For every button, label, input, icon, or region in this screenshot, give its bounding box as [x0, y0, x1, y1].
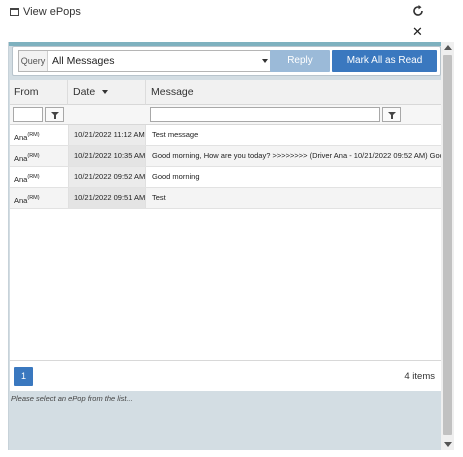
column-header-from-label: From	[14, 86, 39, 98]
query-label: Query	[19, 51, 48, 71]
column-header-message[interactable]: Message	[146, 80, 441, 105]
pager: 1 4 items	[10, 360, 441, 391]
filter-icon	[51, 112, 59, 119]
from-role: (RM)	[27, 132, 40, 138]
message-filter-input[interactable]	[150, 107, 380, 122]
sort-desc-icon[interactable]	[102, 90, 109, 94]
column-header-date[interactable]: Date	[68, 80, 146, 105]
message-cell: Test message	[152, 130, 199, 139]
refresh-icon[interactable]	[411, 4, 425, 18]
filter-row	[10, 105, 441, 125]
close-icon[interactable]: ✕	[412, 25, 423, 38]
reply-button[interactable]: Reply	[270, 50, 330, 72]
message-cell: Good morning	[152, 172, 200, 181]
table-row[interactable]: Ana(RM) 10/21/2022 09:52 AM Good morning	[10, 167, 441, 188]
query-dropdown[interactable]: Query All Messages	[18, 50, 275, 72]
from-role: (RM)	[27, 153, 40, 159]
chevron-down-icon[interactable]	[262, 59, 268, 63]
title-bar: View ePops ✕	[0, 0, 463, 42]
date-cell: 10/21/2022 09:51 AM	[68, 188, 146, 208]
column-header-message-label: Message	[151, 86, 194, 98]
filter-icon	[388, 112, 396, 119]
from-name: Ana	[14, 196, 28, 205]
preview-placeholder: Please select an ePop from the list...	[11, 394, 133, 403]
message-cell: Good morning, How are you today? >>>>>>>…	[152, 151, 441, 160]
scroll-up-icon[interactable]	[444, 45, 452, 50]
table-row[interactable]: Ana(RM) 10/21/2022 10:35 AM Good morning…	[10, 146, 441, 167]
date-cell: 10/21/2022 11:12 AM	[68, 125, 146, 145]
scroll-down-icon[interactable]	[444, 442, 452, 447]
table-row[interactable]: Ana(RM) 10/21/2022 11:12 AM Test message	[10, 125, 441, 146]
items-count: 4 items	[404, 371, 435, 382]
messages-grid: From Date Message Ana(RM) 10/21/2022 11:…	[10, 80, 441, 360]
from-cell: Ana(RM)	[14, 146, 68, 166]
toolbar: Query All Messages Reply Mark All as Rea…	[12, 46, 441, 76]
from-cell: Ana(RM)	[14, 188, 68, 208]
page-button-1[interactable]: 1	[14, 367, 33, 386]
from-cell: Ana(RM)	[14, 125, 68, 145]
query-value: All Messages	[52, 55, 115, 67]
from-name: Ana	[14, 133, 28, 142]
from-cell: Ana(RM)	[14, 167, 68, 187]
scroll-thumb[interactable]	[443, 55, 452, 435]
vertical-scrollbar[interactable]	[441, 42, 454, 450]
column-header-from[interactable]: From	[10, 80, 68, 105]
message-filter-button[interactable]	[382, 107, 401, 122]
from-name: Ana	[14, 175, 28, 184]
date-cell: 10/21/2022 09:52 AM	[68, 167, 146, 187]
mark-all-read-button[interactable]: Mark All as Read	[332, 50, 437, 72]
date-cell: 10/21/2022 10:35 AM	[68, 146, 146, 166]
from-name: Ana	[14, 154, 28, 163]
window-icon	[10, 8, 19, 16]
column-header-date-label: Date	[73, 86, 96, 98]
from-role: (RM)	[27, 174, 40, 180]
message-cell: Test	[152, 193, 166, 202]
window-title-text: View ePops	[23, 6, 81, 18]
epops-panel: Query All Messages Reply Mark All as Rea…	[8, 42, 442, 450]
from-filter-button[interactable]	[45, 107, 64, 122]
window-title: View ePops	[10, 6, 81, 18]
from-filter-input[interactable]	[13, 107, 43, 122]
table-row[interactable]: Ana(RM) 10/21/2022 09:51 AM Test	[10, 188, 441, 209]
from-role: (RM)	[27, 195, 40, 201]
